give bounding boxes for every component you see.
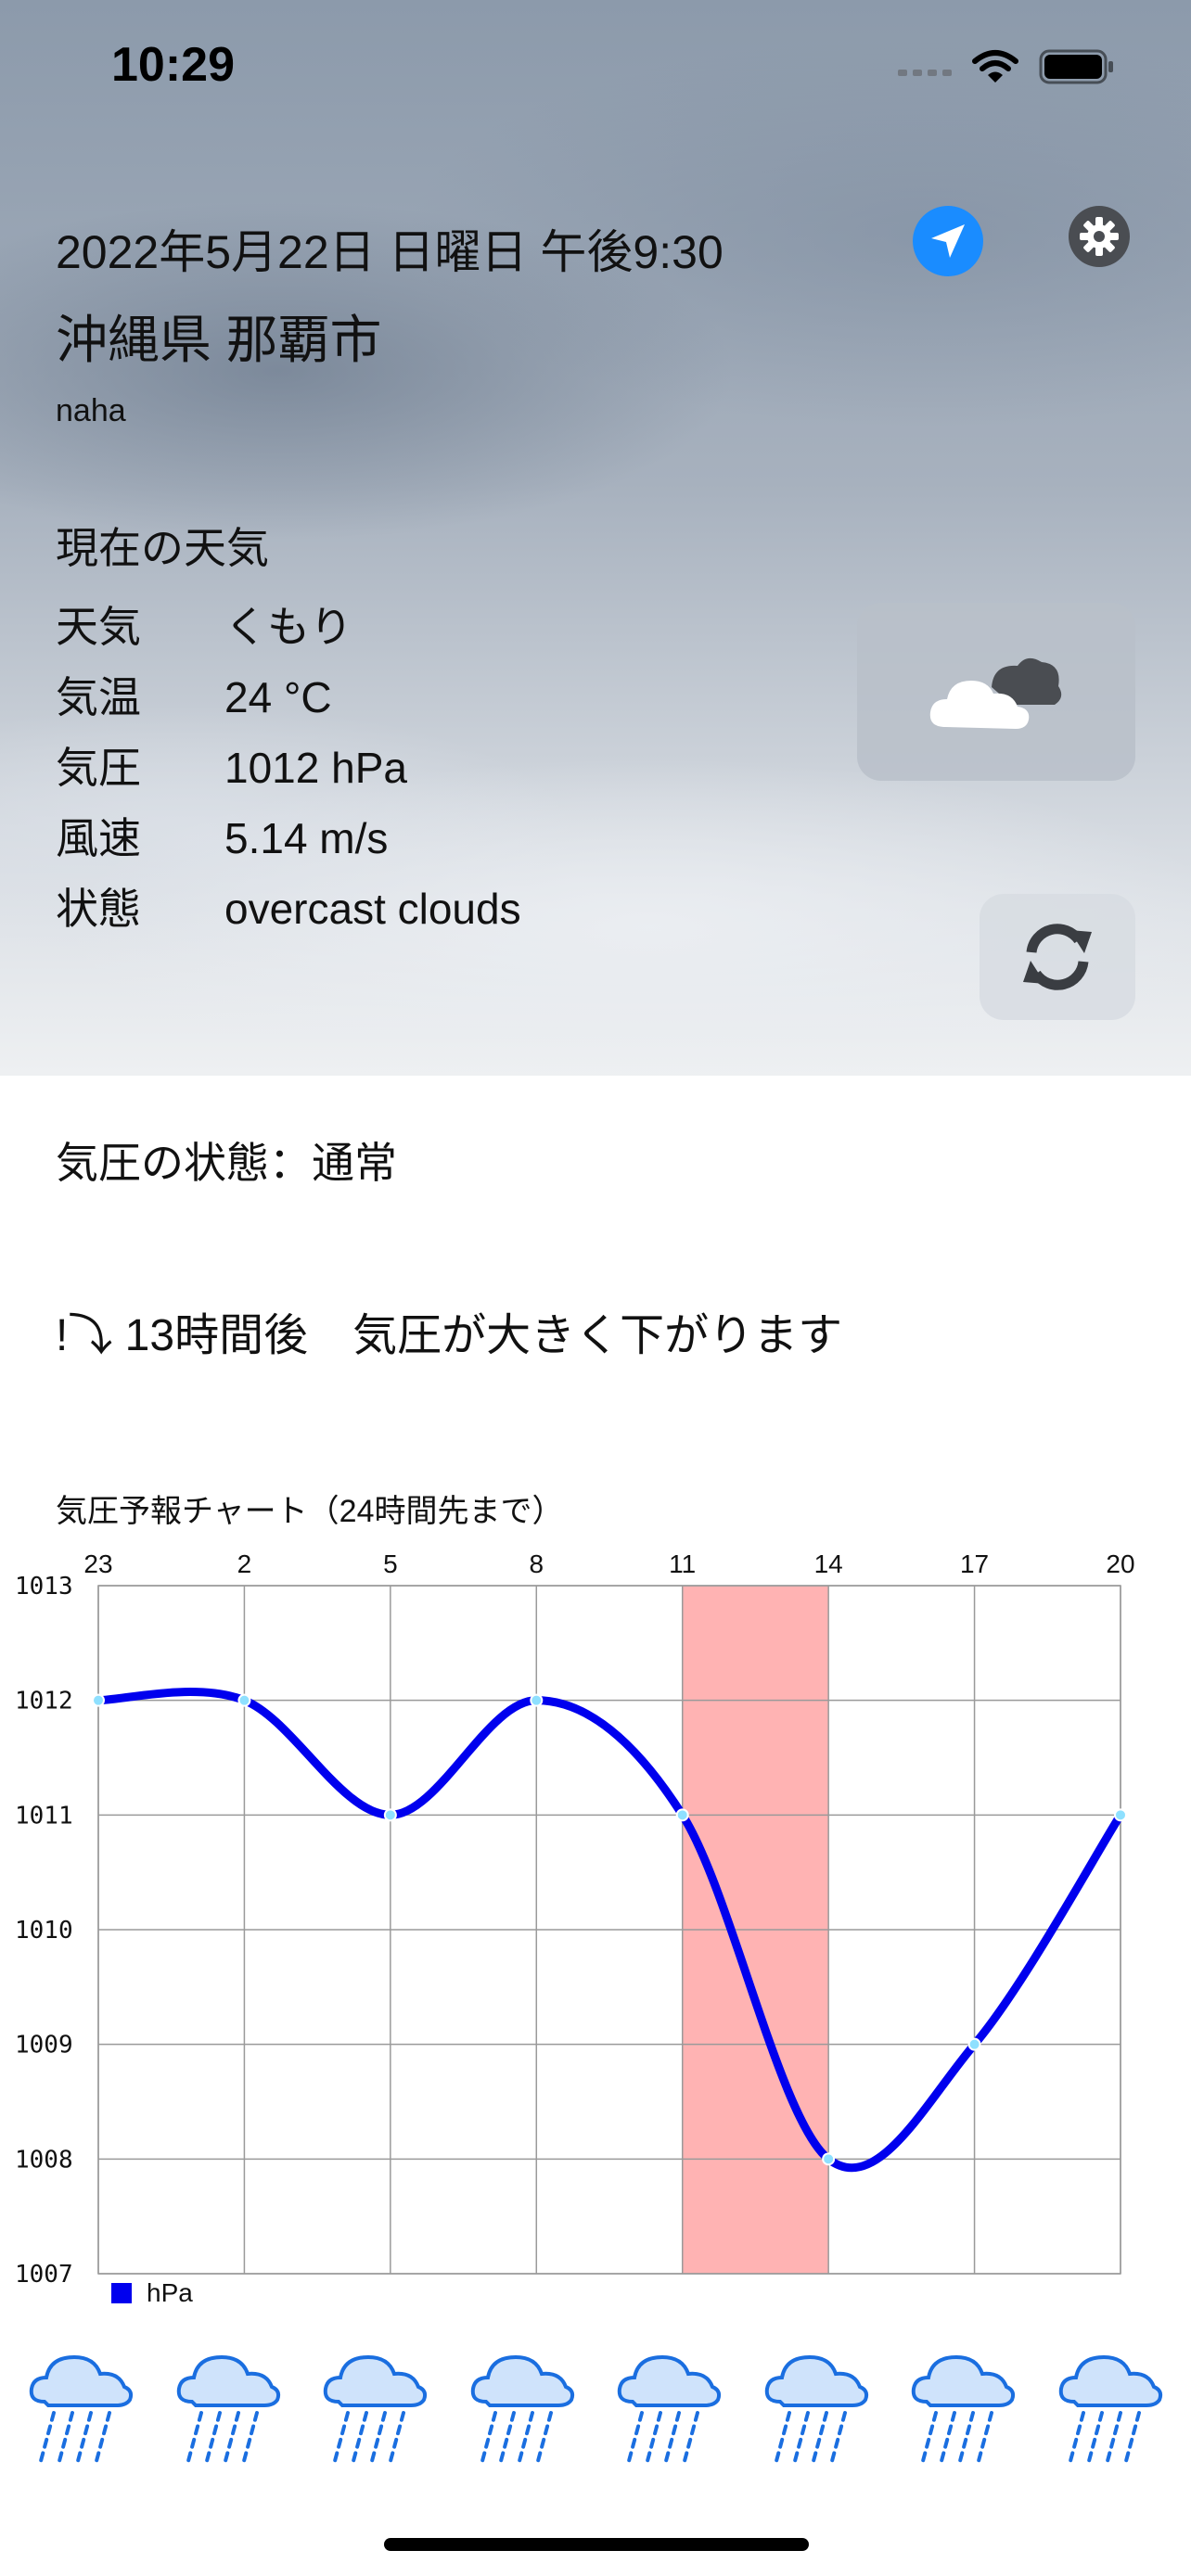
data-point <box>383 1808 397 1822</box>
condition-row: 状態 overcast clouds <box>56 875 521 937</box>
weather-row-value: くもり <box>224 603 352 651</box>
x-tick-label: 11 <box>669 1549 696 1578</box>
x-tick-label: 8 <box>529 1549 544 1578</box>
wind-row-label: 風速 <box>56 814 141 862</box>
rain-icon <box>762 2348 871 2468</box>
status-icons <box>898 46 1115 87</box>
y-tick-label: 1011 <box>15 1802 73 1830</box>
battery-icon <box>1039 49 1113 84</box>
home-indicator[interactable] <box>384 2538 809 2551</box>
weather-condition-tile <box>857 603 1135 781</box>
pressure-row-label: 気圧 <box>56 744 141 792</box>
x-tick-label: 17 <box>960 1549 989 1578</box>
data-point <box>92 1693 105 1707</box>
rain-icon <box>467 2348 577 2468</box>
current-weather-title: 現在の天気 <box>56 524 269 572</box>
x-tick-label: 5 <box>383 1549 398 1578</box>
settings-button[interactable] <box>1069 206 1130 267</box>
city-name: 沖縄県 那覇市 <box>56 311 382 369</box>
y-tick-label: 1008 <box>15 2146 73 2174</box>
rain-icon <box>1056 2348 1165 2468</box>
x-tick-label: 2 <box>237 1549 252 1578</box>
status-time: 10:29 <box>111 38 235 92</box>
y-tick-label: 1013 <box>15 1573 73 1600</box>
temperature-row-label: 気温 <box>56 673 141 721</box>
rain-icon <box>173 2348 283 2468</box>
x-tick-label: 14 <box>814 1549 843 1578</box>
wifi-icon <box>972 50 1018 83</box>
y-tick-label: 1009 <box>15 2032 73 2060</box>
cellular-signal-icon <box>898 70 952 76</box>
temperature-row: 気温 24 °C <box>56 664 332 725</box>
data-point <box>530 1693 544 1707</box>
data-point <box>237 1693 251 1707</box>
chart-title: 気圧予報チャート（24時間先まで） <box>56 1494 564 1529</box>
weather-hero: 10:29 2022年5月22日 日曜日 午後9:30 沖縄県 那覇市 naha <box>0 0 1191 1076</box>
rain-icon <box>320 2348 429 2468</box>
pressure-row: 気圧 1012 hPa <box>56 734 407 796</box>
x-tick-label: 23 <box>83 1549 112 1578</box>
data-point <box>822 2152 836 2166</box>
weather-row: 天気 くもり <box>56 593 352 655</box>
pressure-row-value: 1012 hPa <box>224 744 407 792</box>
datetime: 2022年5月22日 日曜日 午後9:30 <box>56 226 724 278</box>
legend-swatch <box>111 2283 132 2303</box>
rain-icon <box>614 2348 724 2468</box>
pressure-forecast-message: !⤵ 13時間後 気圧が大きく下がります <box>56 1311 843 1360</box>
y-tick-label: 1007 <box>15 2261 73 2289</box>
rain-icon <box>26 2348 135 2468</box>
wind-row-value: 5.14 m/s <box>224 814 389 862</box>
wind-row: 風速 5.14 m/s <box>56 805 388 866</box>
city-romaji: naha <box>56 393 126 428</box>
weather-row-label: 天気 <box>56 603 141 651</box>
data-point <box>675 1808 689 1822</box>
condition-row-value: overcast clouds <box>224 885 521 933</box>
temperature-row-value: 24 °C <box>224 673 332 721</box>
pressure-state: 気圧の状態：通常 <box>56 1139 397 1187</box>
pressure-chart: 23 2 5 8 11 14 17 20 1013 1012 1011 1010 1009 1008 100… <box>15 1549 1135 2307</box>
data-point <box>967 2037 981 2051</box>
legend-label: hPa <box>147 2278 193 2307</box>
location-arrow-icon <box>931 224 965 258</box>
location-button[interactable] <box>913 206 983 276</box>
refresh-button[interactable] <box>980 894 1135 1020</box>
y-tick-label: 1012 <box>15 1688 73 1715</box>
hourly-forecast-icons <box>26 2348 1176 2478</box>
rain-icon <box>908 2348 1018 2468</box>
gear-icon <box>1080 217 1119 256</box>
condition-row-label: 状態 <box>56 885 141 933</box>
y-tick-label: 1010 <box>15 1917 73 1945</box>
data-point <box>1114 1808 1127 1822</box>
x-tick-label: 20 <box>1106 1549 1134 1578</box>
refresh-icon <box>1023 924 1092 990</box>
cloud-icon <box>929 657 1062 729</box>
